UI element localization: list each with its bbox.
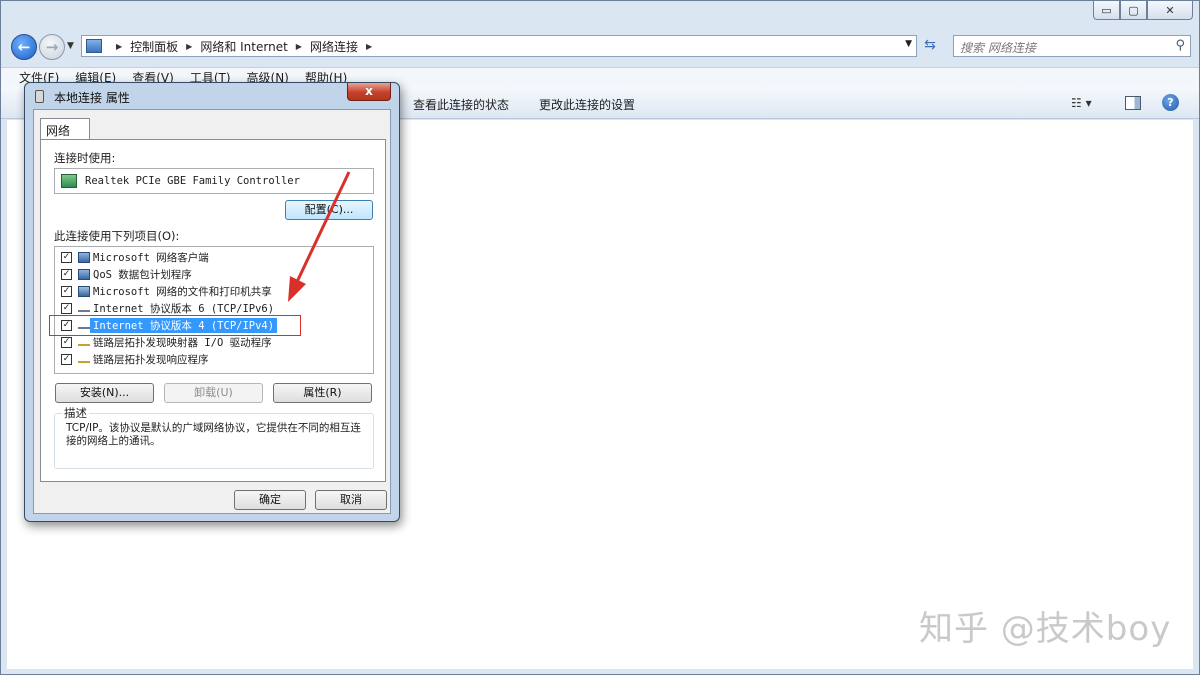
change-view-button[interactable]: ☷ ▾ bbox=[1071, 96, 1092, 110]
view-options-icon: ☷ ▾ bbox=[1071, 96, 1092, 110]
local-connection-properties-dialog: 本地连接 属性 x 网络 连接时使用: Realtek PCIe GBE Fam… bbox=[24, 82, 400, 522]
checkbox-checked[interactable]: ✓ bbox=[61, 354, 72, 365]
connection-items-list[interactable]: ✓ Microsoft 网络客户端 ✓ QoS 数据包计划程序 ✓ Micros… bbox=[49, 246, 374, 374]
annotation-highlight-box bbox=[49, 315, 301, 336]
items-list-label: 此连接使用下列项目(O): bbox=[54, 229, 180, 243]
list-item-label: Internet 协议版本 6 (TCP/IPv6) bbox=[93, 303, 275, 315]
forward-button[interactable]: → bbox=[39, 34, 65, 60]
list-item[interactable]: ✓ 链路层拓扑发现响应程序 bbox=[55, 351, 373, 368]
history-dropdown-icon[interactable]: ▼ bbox=[67, 41, 74, 51]
properties-button[interactable]: 属性(R) bbox=[273, 383, 372, 403]
back-arrow-icon: ← bbox=[17, 38, 31, 56]
watermark: 知乎 @技术boy bbox=[919, 609, 1172, 649]
list-item[interactable]: ✓ Microsoft 网络客户端 bbox=[55, 249, 373, 266]
minimize-icon: ▭ bbox=[1101, 3, 1112, 17]
list-item-label: QoS 数据包计划程序 bbox=[93, 269, 192, 281]
checkbox-checked[interactable]: ✓ bbox=[61, 269, 72, 280]
preview-pane-button[interactable] bbox=[1125, 96, 1141, 110]
search-input[interactable]: 搜索 网络连接 ⚲ bbox=[953, 35, 1191, 57]
close-button[interactable]: ✕ bbox=[1147, 1, 1193, 20]
breadcrumb-separator-icon[interactable]: ▶ bbox=[186, 42, 192, 51]
breadcrumb-separator-icon[interactable]: ▶ bbox=[116, 42, 122, 51]
checkbox-checked[interactable]: ✓ bbox=[61, 286, 72, 297]
list-item-label: 链路层拓扑发现映射器 I/O 驱动程序 bbox=[93, 337, 272, 349]
checkbox-checked[interactable]: ✓ bbox=[61, 337, 72, 348]
view-connection-status-button[interactable]: 查看此连接的状态 bbox=[413, 96, 509, 113]
window-caption-buttons: ▭ ▢ ✕ bbox=[1093, 1, 1193, 20]
dialog-titlebar[interactable]: 本地连接 属性 x bbox=[25, 83, 399, 109]
connect-using-label: 连接时使用: bbox=[54, 151, 116, 165]
adapter-field: Realtek PCIe GBE Family Controller bbox=[54, 168, 374, 194]
checkbox-checked[interactable]: ✓ bbox=[61, 252, 72, 263]
dialog-body: 网络 连接时使用: Realtek PCIe GBE Family Contro… bbox=[33, 109, 391, 514]
file-printer-sharing-icon bbox=[78, 286, 90, 297]
list-item-label: Microsoft 网络的文件和打印机共享 bbox=[93, 286, 272, 298]
breadcrumb-network-connections[interactable]: 网络连接 bbox=[310, 38, 358, 55]
configure-button[interactable]: 配置(C)... bbox=[285, 200, 373, 220]
maximize-button[interactable]: ▢ bbox=[1120, 1, 1147, 20]
change-connection-settings-button[interactable]: 更改此连接的设置 bbox=[539, 96, 635, 113]
network-client-icon bbox=[78, 252, 90, 263]
ok-button[interactable]: 确定 bbox=[234, 490, 306, 510]
adapter-name: Realtek PCIe GBE Family Controller bbox=[85, 175, 300, 187]
breadcrumb-control-panel[interactable]: 控制面板 bbox=[130, 38, 178, 55]
qos-scheduler-icon bbox=[78, 269, 90, 280]
refresh-button[interactable]: ⇆ bbox=[919, 37, 941, 55]
uninstall-button[interactable]: 卸载(U) bbox=[164, 383, 263, 403]
description-text: TCP/IP。该协议是默认的广域网络协议，它提供在不同的相互连接的网络上的通讯。 bbox=[66, 422, 361, 447]
lltd-icon bbox=[78, 356, 90, 363]
checkbox-checked[interactable]: ✓ bbox=[61, 303, 72, 314]
list-item-label: 链路层拓扑发现响应程序 bbox=[93, 354, 209, 366]
close-icon: x bbox=[365, 84, 373, 98]
list-item-selected-ipv4[interactable]: ✓ Internet 协议版本 4 (TCP/IPv4) bbox=[49, 315, 373, 336]
back-button[interactable]: ← bbox=[11, 34, 37, 60]
control-panel-icon bbox=[86, 39, 102, 53]
breadcrumb-network-internet[interactable]: 网络和 Internet bbox=[200, 38, 287, 55]
list-item[interactable]: ✓ 链路层拓扑发现映射器 I/O 驱动程序 bbox=[55, 334, 373, 351]
list-item-label: Microsoft 网络客户端 bbox=[93, 252, 209, 264]
network-adapter-icon bbox=[35, 90, 44, 103]
maximize-icon: ▢ bbox=[1128, 3, 1139, 17]
close-icon: ✕ bbox=[1165, 3, 1175, 17]
lltd-icon bbox=[78, 339, 90, 346]
dialog-close-button[interactable]: x bbox=[347, 83, 391, 101]
refresh-icon: ⇆ bbox=[924, 37, 936, 53]
protocol-icon bbox=[78, 305, 90, 312]
search-icon[interactable]: ⚲ bbox=[1175, 38, 1185, 53]
install-button[interactable]: 安装(N)... bbox=[55, 383, 154, 403]
breadcrumb-separator-icon[interactable]: ▶ bbox=[366, 42, 372, 51]
list-item[interactable]: ✓ QoS 数据包计划程序 bbox=[55, 266, 373, 283]
list-item[interactable]: ✓ Microsoft 网络的文件和打印机共享 bbox=[55, 283, 373, 300]
help-icon[interactable]: ? bbox=[1162, 94, 1179, 111]
tab-network[interactable]: 网络 bbox=[40, 118, 90, 140]
minimize-button[interactable]: ▭ bbox=[1093, 1, 1120, 20]
address-bar[interactable]: ▶ 控制面板 ▶ 网络和 Internet ▶ 网络连接 ▶ ▼ bbox=[81, 35, 917, 57]
forward-arrow-icon: → bbox=[45, 38, 59, 56]
dialog-title: 本地连接 属性 bbox=[54, 91, 130, 105]
description-label: 描述 bbox=[62, 405, 89, 421]
description-group: 描述 TCP/IP。该协议是默认的广域网络协议，它提供在不同的相互连接的网络上的… bbox=[54, 405, 374, 469]
navigation-bar: ← → ▼ ▶ 控制面板 ▶ 网络和 Internet ▶ 网络连接 ▶ ▼ ⇆… bbox=[1, 29, 1199, 63]
network-tab-page: 连接时使用: Realtek PCIe GBE Family Controlle… bbox=[40, 139, 386, 482]
network-adapter-icon bbox=[61, 174, 77, 188]
cancel-button[interactable]: 取消 bbox=[315, 490, 387, 510]
search-placeholder: 搜索 网络连接 bbox=[960, 41, 1036, 55]
address-dropdown-icon[interactable]: ▼ bbox=[905, 39, 912, 49]
breadcrumb-separator-icon[interactable]: ▶ bbox=[296, 42, 302, 51]
